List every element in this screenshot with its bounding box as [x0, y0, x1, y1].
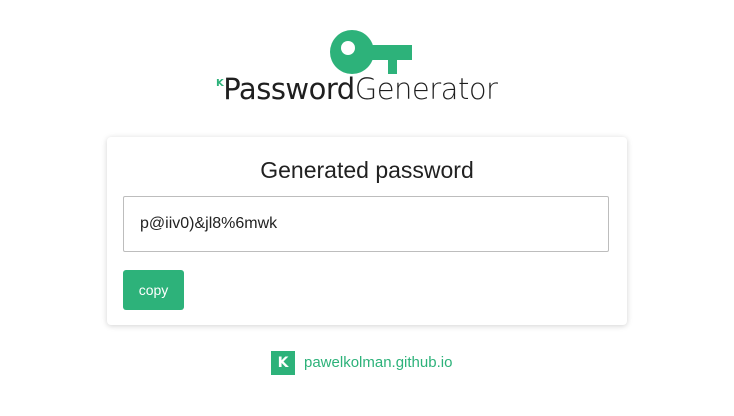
- author-link[interactable]: K pawelkolman.github.io: [271, 350, 452, 375]
- card-title: Generated password: [260, 157, 474, 183]
- password-card: Generated password copy: [107, 137, 627, 325]
- author-link-text: pawelkolman.github.io: [304, 354, 453, 371]
- author-logo-icon: K: [271, 350, 295, 375]
- logo-word-generator: Generator: [354, 72, 498, 106]
- copy-button[interactable]: copy: [123, 270, 184, 310]
- app-logo: KPasswordGenerator: [216, 72, 498, 112]
- key-icon: [330, 30, 412, 74]
- page: KPasswordGenerator Generated password co…: [0, 0, 734, 416]
- logo-word-password: Password: [223, 72, 355, 106]
- generated-password-field[interactable]: [123, 196, 609, 252]
